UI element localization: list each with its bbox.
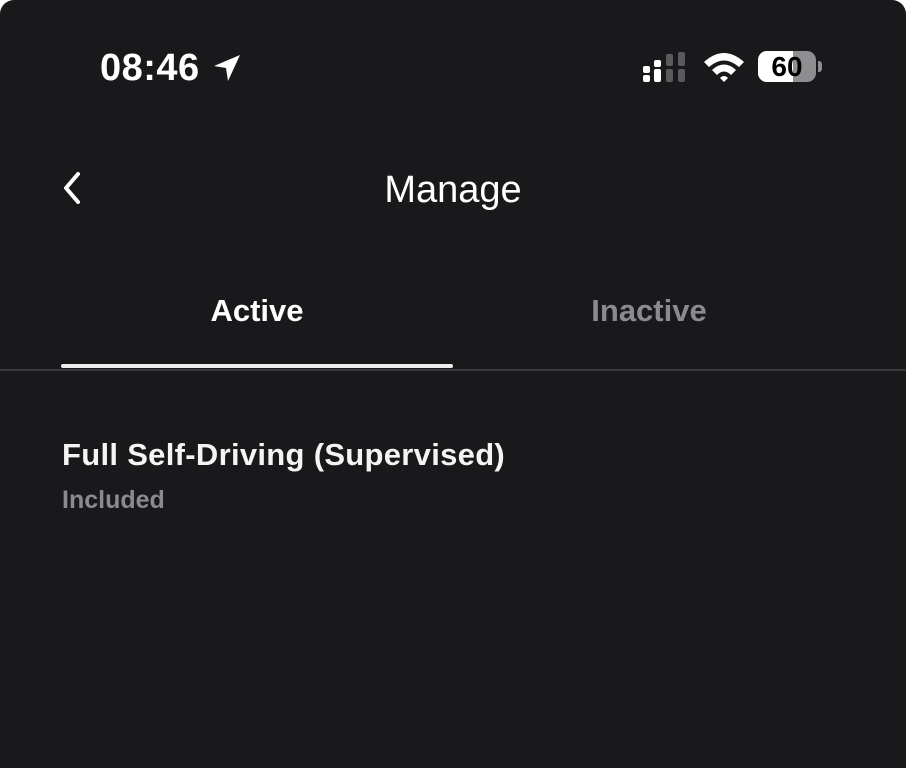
tab-bar: Active Inactive bbox=[0, 282, 906, 372]
list-item-full-self-driving[interactable]: Full Self-Driving (Supervised) Included bbox=[62, 432, 842, 518]
status-time: 08:46 bbox=[100, 47, 200, 89]
battery-percent-label: 60 bbox=[771, 51, 803, 82]
wifi-icon bbox=[704, 53, 744, 82]
feature-status: Included bbox=[62, 486, 165, 514]
page-title: Manage bbox=[384, 169, 522, 211]
tab-divider bbox=[0, 369, 906, 371]
location-arrow-icon bbox=[214, 55, 240, 81]
battery-nub bbox=[818, 61, 822, 72]
tab-active[interactable]: Active bbox=[61, 282, 453, 368]
tab-inactive[interactable]: Inactive bbox=[453, 282, 845, 368]
battery-body: 60 bbox=[758, 51, 816, 82]
active-tab-indicator bbox=[61, 364, 453, 368]
feature-name: Full Self-Driving (Supervised) bbox=[62, 437, 506, 472]
cellular-signal-icon bbox=[643, 52, 685, 82]
app-screen: 08:46 60 Manage Active Inactive Full Sel… bbox=[0, 0, 906, 768]
battery-icon: 60 bbox=[758, 51, 824, 82]
